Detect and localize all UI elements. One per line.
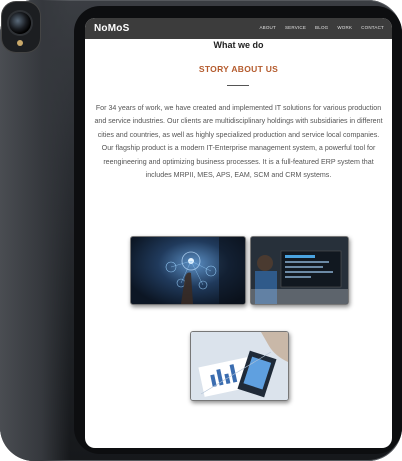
story-text: For 34 years of work, we have created an… xyxy=(94,104,383,180)
nav-link-work[interactable]: WORK xyxy=(337,25,352,30)
story-title: STORY ABOUT US xyxy=(198,64,279,74)
nav-link-service[interactable]: SERVICE xyxy=(285,25,306,30)
camera-lens-icon xyxy=(9,12,31,34)
brand-logo[interactable]: NoMoS xyxy=(94,23,129,34)
section-title: What we do xyxy=(213,40,264,50)
camera-module xyxy=(2,2,40,52)
camera-flash-icon xyxy=(17,40,23,46)
tablet-device: NoMoS ABOUT SERVICE BLOG WORK CONTACT Wh… xyxy=(0,0,402,461)
office-computer-image xyxy=(250,236,349,305)
navbar: NoMoS ABOUT SERVICE BLOG WORK CONTACT xyxy=(85,18,392,39)
nav-link-contact[interactable]: CONTACT xyxy=(361,25,384,30)
nav-links: ABOUT SERVICE BLOG WORK CONTACT xyxy=(259,25,384,30)
digital-touch-image xyxy=(130,236,246,305)
tablet-screen: NoMoS ABOUT SERVICE BLOG WORK CONTACT Wh… xyxy=(85,18,392,448)
story-divider xyxy=(227,85,249,86)
business-charts-image xyxy=(190,331,289,401)
nav-link-blog[interactable]: BLOG xyxy=(315,25,328,30)
nav-link-about[interactable]: ABOUT xyxy=(259,25,276,30)
tablet-back-panel xyxy=(0,0,70,461)
